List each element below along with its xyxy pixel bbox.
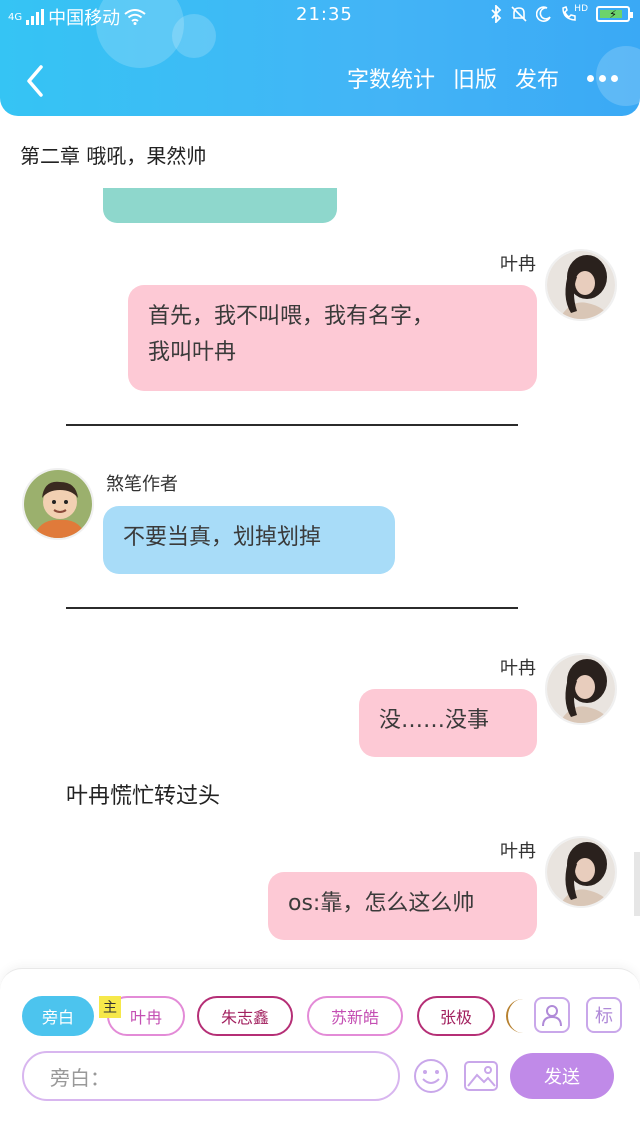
speaker-name: 叶冉: [500, 658, 536, 679]
scrollbar[interactable]: [634, 852, 640, 916]
message-bubble[interactable]: 首先，我不叫喂，我有名字， 我叫叶冉: [128, 285, 537, 391]
divider-line: [66, 424, 518, 426]
role-chip-zhang[interactable]: 张极: [417, 996, 495, 1036]
wifi-icon: [124, 9, 146, 25]
role-chip-su[interactable]: 苏新皓: [307, 996, 403, 1036]
role-manage-icon[interactable]: [534, 997, 570, 1033]
status-left: 4G 中国移动: [8, 4, 146, 30]
avatar[interactable]: [545, 836, 617, 908]
message-input[interactable]: 旁白：: [22, 1051, 400, 1101]
back-button[interactable]: [18, 62, 52, 100]
carrier-name: 中国移动: [48, 8, 121, 29]
moon-icon: [536, 6, 552, 22]
divider-line: [66, 607, 518, 609]
chevron-left-icon: [27, 65, 43, 97]
speaker-name: 煞笔作者: [106, 474, 178, 495]
top-bar: 4G 中国移动 21:35 HD ⚡ 字数统计 旧版 发布: [0, 0, 640, 116]
message-bubble[interactable]: os:靠，怎么这么帅: [268, 872, 537, 940]
message-bubble-partial[interactable]: [103, 188, 337, 223]
nav-actions: 字数统计 旧版 发布: [347, 62, 618, 94]
role-chip-zhu[interactable]: 朱志鑫: [197, 996, 293, 1036]
avatar[interactable]: [22, 468, 94, 540]
chapter-title: 第二章 哦吼，果然帅: [20, 144, 207, 168]
word-count-button[interactable]: 字数统计: [347, 62, 435, 94]
mute-bell-icon: [511, 6, 527, 22]
message-bubble[interactable]: 没……没事: [359, 689, 537, 757]
speaker-name: 叶冉: [500, 841, 536, 862]
message-text: os:靠，怎么这么帅: [288, 891, 475, 916]
role-chip-partial[interactable]: [506, 999, 526, 1033]
bluetooth-icon: [491, 5, 502, 23]
composer-panel: 旁白 叶冉 朱志鑫 苏新皓 张极 标 旁白： 发送: [0, 968, 640, 1138]
more-icon[interactable]: [577, 74, 618, 82]
send-button[interactable]: 发送: [510, 1053, 614, 1099]
image-icon[interactable]: [462, 1057, 500, 1095]
tag-icon[interactable]: 标: [586, 997, 622, 1033]
publish-button[interactable]: 发布: [515, 62, 559, 94]
role-chip-narrator[interactable]: 旁白: [22, 996, 94, 1036]
battery-icon: ⚡: [596, 6, 633, 22]
avatar[interactable]: [545, 653, 617, 725]
message-text-line: 我叫叶冉: [148, 340, 237, 365]
signal-icon: [26, 9, 45, 25]
narration-text: 叶冉慌忙转过头: [66, 784, 221, 809]
speaker-name: 叶冉: [500, 254, 536, 275]
main-role-badge: 主: [99, 996, 121, 1018]
message-bubble[interactable]: 不要当真，划掉划掉: [103, 506, 395, 574]
hd-label: HD: [574, 4, 588, 14]
avatar[interactable]: [545, 249, 617, 321]
network-type: 4G: [8, 11, 23, 23]
status-right: HD ⚡: [490, 4, 633, 23]
hd-call-icon: HD: [560, 4, 588, 23]
clock: 21:35: [296, 4, 353, 25]
message-text-line: 首先，我不叫喂，我有名字，: [148, 304, 435, 329]
emoji-icon[interactable]: [412, 1057, 450, 1095]
status-bar: 4G 中国移动 21:35 HD ⚡: [0, 0, 640, 34]
message-text: 没……没事: [379, 708, 490, 733]
old-version-button[interactable]: 旧版: [453, 62, 497, 94]
message-text: 不要当真，划掉划掉: [123, 525, 322, 550]
